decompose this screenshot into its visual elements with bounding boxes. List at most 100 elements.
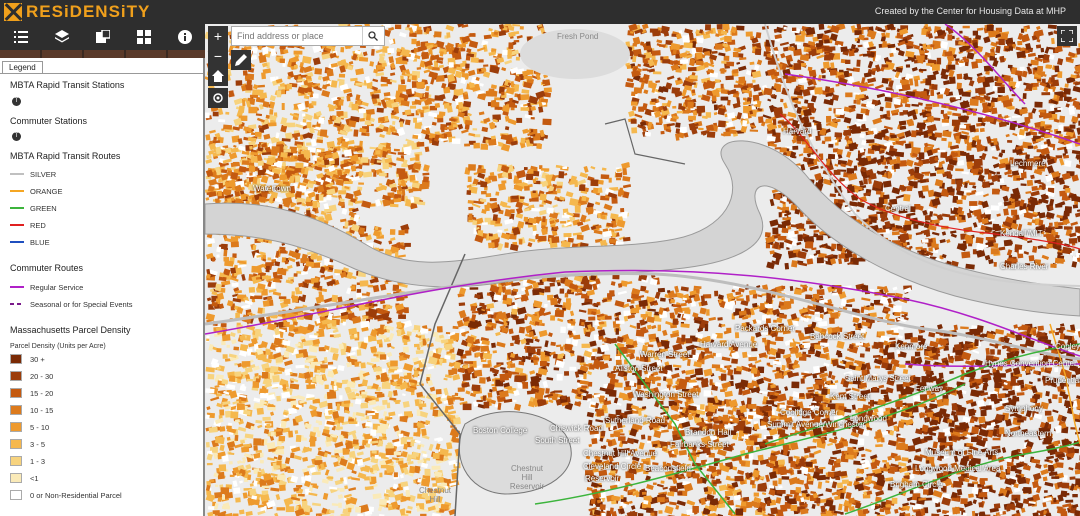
parcel	[489, 171, 495, 177]
commuter-route-seasonal: Seasonal or for Special Events	[10, 297, 133, 311]
parcel	[951, 179, 956, 185]
density-map[interactable]	[205, 24, 1080, 516]
route-label: SILVER	[30, 169, 57, 179]
parcel	[807, 66, 813, 72]
parcel	[293, 50, 303, 55]
density-swatch	[10, 456, 22, 466]
legend-list-button[interactable]	[0, 24, 41, 50]
parcel	[428, 49, 433, 55]
map-view[interactable]: + − Fresh Pond Watertown Charles River H…	[205, 24, 1080, 516]
parcel	[235, 267, 243, 276]
parcel	[488, 233, 493, 237]
parcel	[231, 282, 239, 287]
parcel	[886, 110, 891, 118]
parcel	[1048, 222, 1053, 226]
parcel	[696, 105, 706, 113]
parcel	[862, 53, 872, 57]
info-button[interactable]	[164, 24, 205, 50]
parcel	[404, 119, 411, 126]
parcel	[331, 294, 338, 303]
parcel	[827, 153, 836, 160]
parcel	[509, 104, 518, 108]
parcel	[689, 74, 698, 80]
parcel	[281, 103, 285, 110]
parcel	[721, 68, 725, 71]
parcel	[809, 136, 814, 140]
parcel	[312, 124, 316, 128]
parcel	[448, 62, 454, 68]
parcel	[490, 220, 496, 226]
parcel	[556, 189, 561, 194]
parcel	[205, 112, 210, 119]
parcel	[510, 81, 515, 88]
parcel	[362, 171, 373, 178]
density-swatch	[10, 405, 22, 415]
parcel	[1007, 64, 1013, 69]
parcel	[212, 140, 221, 144]
parcel	[964, 190, 972, 193]
parcel	[941, 137, 947, 142]
parcel	[652, 30, 661, 37]
parcel	[385, 142, 391, 150]
route-label: GREEN	[30, 203, 57, 213]
parcel	[348, 120, 357, 128]
parcel	[856, 113, 864, 120]
parcel	[331, 115, 337, 121]
parcel	[923, 132, 929, 138]
parcel	[960, 242, 968, 250]
parcel	[381, 62, 387, 67]
parcel	[698, 95, 703, 98]
parcel	[223, 124, 233, 130]
parcel	[508, 42, 514, 49]
parcel	[1018, 168, 1024, 174]
tab-legend[interactable]: Legend	[2, 61, 43, 73]
parcel	[783, 26, 787, 30]
parcel	[704, 24, 711, 31]
parcel	[877, 229, 886, 233]
parcel	[220, 243, 228, 250]
parcel	[816, 257, 824, 264]
parcel	[948, 159, 953, 163]
parcel	[347, 129, 353, 132]
parcel	[576, 234, 584, 240]
route-swatch	[10, 173, 24, 175]
parcel	[1041, 92, 1051, 96]
parcel	[433, 31, 442, 38]
parcel	[468, 206, 474, 211]
parcel	[934, 156, 938, 161]
basemap-button[interactable]	[82, 24, 123, 50]
layers-button[interactable]	[41, 24, 82, 50]
parcel	[908, 78, 914, 86]
parcel	[1056, 130, 1062, 134]
parcel	[676, 110, 683, 114]
parcel	[1026, 179, 1034, 187]
parcel	[363, 315, 369, 319]
parcel	[999, 177, 1005, 184]
parcel	[466, 190, 472, 195]
parcel	[386, 343, 392, 348]
parcel	[853, 165, 858, 171]
route-swatch	[10, 241, 24, 243]
parcel	[931, 84, 938, 90]
parcel	[954, 123, 960, 131]
parcel	[1028, 255, 1035, 262]
parcel	[509, 25, 515, 31]
parcel	[903, 193, 911, 202]
parcel	[408, 188, 414, 194]
grid-icon	[136, 30, 151, 44]
parcel	[355, 82, 364, 86]
parcel	[330, 80, 338, 88]
parcel	[856, 59, 861, 67]
parcel	[1017, 40, 1023, 46]
route-swatch	[10, 207, 24, 209]
parcel	[415, 349, 424, 355]
parcel	[837, 245, 842, 251]
parcel	[824, 136, 832, 142]
grid-button[interactable]	[123, 24, 164, 50]
parcel	[445, 122, 452, 126]
parcel	[256, 288, 262, 293]
density-swatch	[10, 490, 22, 500]
parcel	[830, 62, 835, 69]
parcel	[928, 247, 933, 252]
parcel	[998, 38, 1005, 46]
